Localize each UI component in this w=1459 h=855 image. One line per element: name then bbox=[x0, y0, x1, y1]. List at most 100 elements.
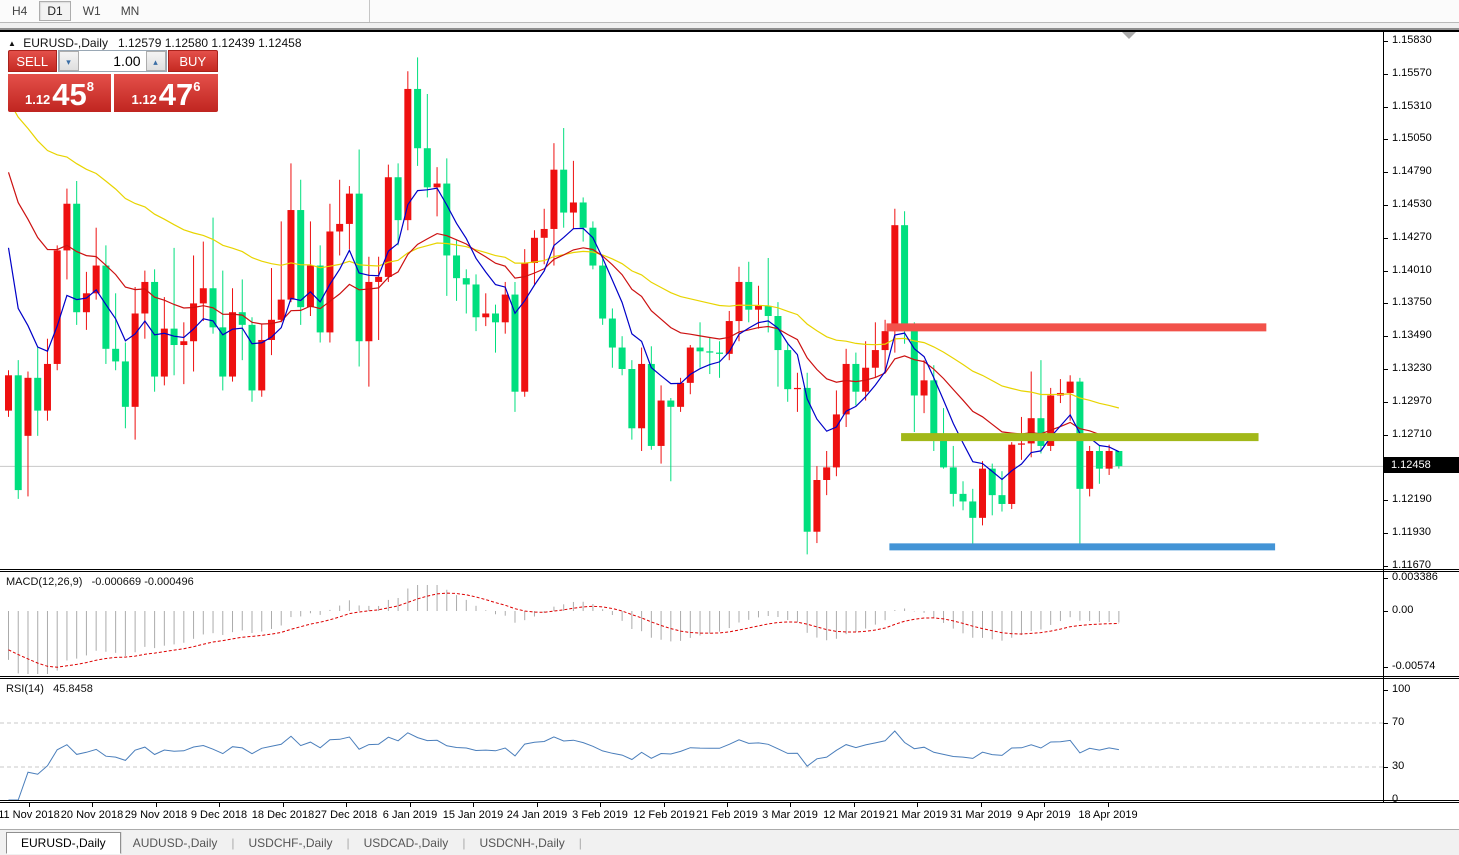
bull-candle bbox=[891, 225, 898, 331]
bear-candle bbox=[667, 401, 674, 407]
bull-candle bbox=[24, 378, 31, 436]
bull-candle bbox=[434, 184, 441, 188]
price-tick-label: 1.15310 bbox=[1392, 100, 1432, 112]
date-tick-mark bbox=[283, 803, 284, 807]
rsi-indicator-label: RSI(14) 45.8458 bbox=[6, 683, 93, 695]
bear-candle bbox=[706, 351, 713, 352]
macd-panel[interactable] bbox=[0, 572, 1383, 676]
bull-candle bbox=[190, 303, 197, 341]
collapse-icon[interactable]: ▲ bbox=[8, 39, 16, 48]
timeframe-toolbar: H4D1W1MN bbox=[0, 0, 1459, 23]
bear-candle bbox=[950, 467, 957, 493]
bear-candle bbox=[589, 228, 596, 266]
price-tick-mark bbox=[1384, 238, 1388, 239]
date-tick-mark bbox=[473, 803, 474, 807]
bull-candle bbox=[882, 331, 889, 350]
bull-candle bbox=[346, 194, 353, 224]
bull-candle bbox=[979, 469, 986, 518]
autoscroll-triangle-icon[interactable] bbox=[1122, 32, 1136, 39]
price-tick-label: 1.15830 bbox=[1392, 34, 1432, 46]
price-tick-mark bbox=[1384, 402, 1388, 403]
volume-input[interactable] bbox=[79, 51, 146, 71]
chart-tab-usdchf[interactable]: USDCHF-,Daily bbox=[237, 833, 345, 853]
volume-decrease-icon[interactable]: ▾ bbox=[59, 51, 79, 71]
bear-candle bbox=[1037, 418, 1044, 446]
date-axis[interactable]: 11 Nov 201820 Nov 201829 Nov 20189 Dec 2… bbox=[0, 803, 1459, 829]
buy-price-display[interactable]: 1.12476 bbox=[114, 74, 218, 112]
chart-tab-audusd[interactable]: AUDUSD-,Daily bbox=[121, 833, 230, 853]
price-tick-mark bbox=[1384, 369, 1388, 370]
sell-price-pip: 8 bbox=[87, 72, 94, 102]
rsi-panel[interactable] bbox=[0, 679, 1383, 800]
bull-candle bbox=[736, 282, 743, 321]
date-tick-label: 12 Feb 2019 bbox=[633, 809, 695, 821]
price-tick-label: 1.13490 bbox=[1392, 329, 1432, 341]
chart-tab-usdcnh[interactable]: USDCNH-,Daily bbox=[467, 833, 576, 853]
bear-candle bbox=[560, 170, 567, 213]
bear-candle bbox=[249, 325, 256, 391]
bull-candle bbox=[794, 388, 801, 389]
timeframe-button-mn[interactable]: MN bbox=[113, 1, 148, 21]
price-tick-label: 1.14010 bbox=[1392, 264, 1432, 276]
bear-candle bbox=[414, 89, 421, 148]
bid-price-tag: 1.12458 bbox=[1384, 457, 1459, 473]
chart-tab-eurusd[interactable]: EURUSD-,Daily bbox=[6, 832, 121, 854]
bear-candle bbox=[122, 361, 129, 406]
bear-candle bbox=[765, 306, 772, 316]
volume-increase-icon[interactable]: ▴ bbox=[146, 51, 166, 71]
bear-candle bbox=[511, 295, 518, 392]
bear-candle bbox=[34, 378, 41, 411]
macd-tick-mark bbox=[1384, 667, 1388, 668]
bull-candle bbox=[307, 266, 314, 308]
bear-candle bbox=[580, 202, 587, 227]
one-click-trade-panel: SELL ▾ ▴ BUY 1.12458 1.12476 bbox=[8, 50, 218, 112]
sell-price-display[interactable]: 1.12458 bbox=[8, 74, 111, 112]
price-tick-mark bbox=[1384, 172, 1388, 173]
timeframe-button-d1[interactable]: D1 bbox=[39, 1, 70, 21]
sell-button[interactable]: SELL bbox=[8, 50, 57, 72]
bull-candle bbox=[687, 348, 694, 383]
bear-candle bbox=[716, 353, 723, 354]
date-tick-mark bbox=[854, 803, 855, 807]
bear-candle bbox=[453, 255, 460, 278]
bear-candle bbox=[1096, 451, 1103, 469]
date-tick-label: 6 Jan 2019 bbox=[383, 809, 437, 821]
timeframe-button-h4[interactable]: H4 bbox=[4, 1, 35, 21]
bear-candle bbox=[784, 350, 791, 389]
bull-candle bbox=[755, 306, 762, 310]
bear-candle bbox=[1115, 451, 1122, 466]
bear-candle bbox=[609, 319, 616, 348]
bull-candle bbox=[541, 229, 548, 238]
date-tick-mark bbox=[917, 803, 918, 807]
bull-candle bbox=[229, 312, 236, 376]
chart-tab-usdcad[interactable]: USDCAD-,Daily bbox=[352, 833, 461, 853]
volume-box: ▾ ▴ bbox=[58, 50, 167, 72]
macd-indicator-label: MACD(12,26,9) -0.000669 -0.000496 bbox=[6, 576, 194, 588]
price-tick-label: 1.14270 bbox=[1392, 231, 1432, 243]
price-tick-label: 1.13750 bbox=[1392, 296, 1432, 308]
bull-candle bbox=[161, 329, 168, 377]
bull-candle bbox=[638, 364, 645, 428]
macd-tick-label: 0.003386 bbox=[1392, 571, 1438, 583]
date-tick-mark bbox=[346, 803, 347, 807]
macd-tick-mark bbox=[1384, 611, 1388, 612]
macd-signal-line bbox=[9, 593, 1119, 667]
price-tick-mark bbox=[1384, 41, 1388, 42]
chart-title: ▲ EURUSD-,Daily 1.12579 1.12580 1.12439 … bbox=[8, 36, 302, 50]
rsi-tick-mark bbox=[1384, 800, 1388, 801]
buy-price-pip: 6 bbox=[193, 72, 200, 102]
price-axis[interactable]: 1.158301.155701.153101.150501.147901.145… bbox=[1383, 30, 1459, 803]
bear-candle bbox=[998, 495, 1005, 504]
bull-candle bbox=[482, 313, 489, 317]
bull-candle bbox=[521, 263, 528, 392]
date-tick-mark bbox=[92, 803, 93, 807]
bear-candle bbox=[239, 312, 246, 325]
buy-button[interactable]: BUY bbox=[168, 50, 218, 72]
rsi-current-value: 45.8458 bbox=[53, 683, 93, 695]
bull-candle bbox=[658, 401, 665, 446]
bear-candle bbox=[940, 441, 947, 467]
bull-candle bbox=[287, 210, 294, 300]
bull-candle bbox=[93, 266, 100, 294]
timeframe-button-w1[interactable]: W1 bbox=[75, 1, 109, 21]
price-tick-mark bbox=[1384, 533, 1388, 534]
